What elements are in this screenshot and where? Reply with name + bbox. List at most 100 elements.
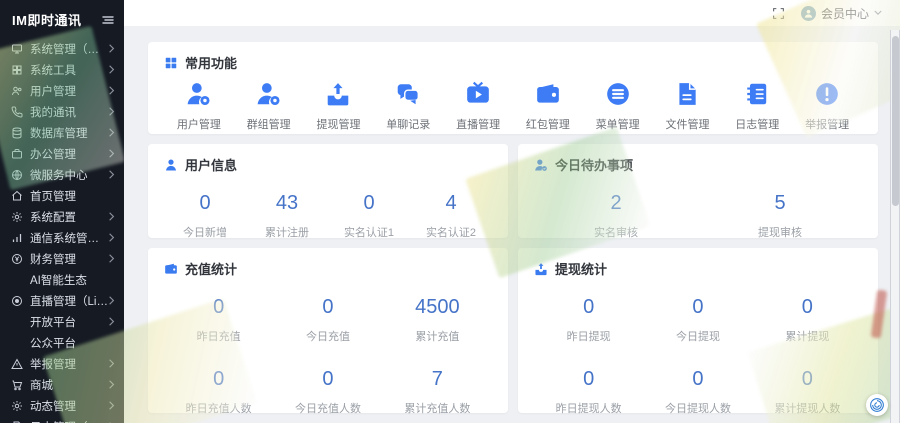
quick-item-group-admin[interactable]: 群组管理 — [234, 81, 304, 132]
quick-item-live-admin[interactable]: 直播管理 — [443, 81, 513, 132]
chat-bubbles-icon — [373, 81, 443, 109]
sidebar-item-open-platform[interactable]: 开放平台 — [0, 311, 124, 332]
quick-item-redpacket-admin[interactable]: 红包管理 — [513, 81, 583, 132]
stat-realname-review: 2 实名审核 — [534, 192, 698, 240]
scrollbar-thumb[interactable] — [892, 36, 899, 206]
sidebar-item-label: 微服务中心 — [30, 167, 108, 183]
sidebar-item-user-admin[interactable]: 用户管理 — [0, 80, 124, 101]
globe-icon — [11, 169, 23, 181]
quick-item-file-admin[interactable]: 文件管理 — [653, 81, 723, 132]
user-menu-label: 会员中心 — [821, 5, 869, 22]
stat-yesterday-recharge-users: 0 昨日充值人数 — [164, 368, 273, 416]
floating-help-button[interactable] — [866, 394, 888, 416]
stat-value: 4500 — [383, 296, 492, 319]
sidebar-collapse-button[interactable] — [102, 15, 114, 25]
stat-value: 0 — [534, 296, 643, 319]
chevron-right-icon — [108, 401, 115, 410]
quick-functions-row: 用户管理 群组管理 提现管理 单聊记录 — [164, 81, 862, 132]
quick-item-label: 提现管理 — [304, 116, 374, 132]
quick-item-chat-records[interactable]: 单聊记录 — [373, 81, 443, 132]
quick-item-label: 菜单管理 — [583, 116, 653, 132]
stat-value: 0 — [164, 296, 273, 319]
vertical-scrollbar[interactable] — [890, 30, 900, 423]
fullscreen-icon — [772, 7, 785, 20]
stat-total-recharge-users: 7 累计充值人数 — [383, 368, 492, 416]
sidebar-item-homepage-admin[interactable]: 首页管理 — [0, 185, 124, 206]
quick-item-user-admin[interactable]: 用户管理 — [164, 81, 234, 132]
sidebar-item-ai-ecosystem[interactable]: AI智能生态 — [0, 269, 124, 290]
sidebar: IM即时通讯 系统管理（主） 系统工具 用户管理 — [0, 0, 124, 423]
sidebar-item-system-tools[interactable]: 系统工具 — [0, 59, 124, 80]
stat-today-withdraw-users: 0 今日提现人数 — [643, 368, 752, 416]
chevron-down-icon — [874, 10, 882, 16]
sidebar-item-log-admin[interactable]: 日志管理（v1） — [0, 416, 124, 423]
chevron-right-icon — [108, 170, 115, 179]
quick-item-label: 红包管理 — [513, 116, 583, 132]
recharge-stats: 0 昨日充值 0 今日充值 4500 累计充值 0 — [164, 296, 492, 416]
gear-icon — [11, 400, 23, 412]
menu-circle-icon — [583, 81, 653, 109]
quick-item-log-admin[interactable]: 日志管理 — [722, 81, 792, 132]
chevron-right-icon — [108, 233, 115, 242]
card-title: 常用功能 — [185, 53, 237, 72]
stat-value: 2 — [534, 192, 698, 215]
sidebar-item-dynamic-admin[interactable]: 动态管理 — [0, 395, 124, 416]
stat-value: 43 — [246, 192, 328, 215]
user-icon — [164, 158, 178, 172]
stat-label: 今日充值 — [273, 328, 382, 344]
quick-item-label: 单聊记录 — [373, 116, 443, 132]
withdraw-icon — [534, 262, 548, 276]
sidebar-item-label: 办公管理 — [30, 146, 108, 162]
fullscreen-button[interactable] — [772, 7, 785, 20]
stat-label: 实名认证1 — [328, 224, 410, 240]
stat-value: 0 — [753, 368, 862, 391]
sidebar-item-mall[interactable]: 商城 — [0, 374, 124, 395]
sidebar-item-microservice-center[interactable]: 微服务中心 — [0, 164, 124, 185]
chevron-right-icon — [108, 107, 115, 116]
stat-total-registered: 43 累计注册 — [246, 192, 328, 240]
quick-item-withdraw-admin[interactable]: 提现管理 — [304, 81, 374, 132]
sidebar-item-my-comms[interactable]: 我的通讯 — [0, 101, 124, 122]
wallet-icon — [513, 81, 583, 109]
sidebar-item-label: 商城 — [30, 377, 108, 393]
group-badge-icon — [234, 81, 304, 109]
quick-item-menu-admin[interactable]: 菜单管理 — [583, 81, 653, 132]
sidebar-item-label: 公众平台 — [30, 335, 115, 351]
chevron-right-icon — [108, 44, 115, 53]
database-icon — [11, 127, 23, 139]
sidebar-item-finance-admin[interactable]: 财务管理 — [0, 248, 124, 269]
sidebar-item-report-admin[interactable]: 举报管理 — [0, 353, 124, 374]
sidebar-item-live-admin[interactable]: 直播管理（Live） — [0, 290, 124, 311]
stat-today-new: 0 今日新增 — [164, 192, 246, 240]
stat-value: 0 — [643, 296, 752, 319]
sidebar-item-system-config[interactable]: 系统配置 — [0, 206, 124, 227]
sidebar-item-office-admin[interactable]: 办公管理 — [0, 143, 124, 164]
record-circle-icon — [11, 295, 23, 307]
briefcase-icon — [11, 148, 23, 160]
stat-value: 0 — [164, 368, 273, 391]
home-icon — [11, 190, 23, 202]
chevron-right-icon — [108, 86, 115, 95]
avatar — [801, 6, 816, 21]
stat-label: 提现审核 — [698, 224, 862, 240]
card-title: 用户信息 — [185, 155, 237, 174]
card-header: 用户信息 — [164, 155, 492, 174]
chevron-right-icon — [108, 254, 115, 263]
logbook-icon — [722, 81, 792, 109]
signal-bars-icon — [11, 232, 23, 244]
user-menu[interactable]: 会员中心 — [801, 5, 882, 22]
sidebar-item-system-admin[interactable]: 系统管理（主） — [0, 38, 124, 59]
todo-stats: 2 实名审核 5 提现审核 — [534, 192, 862, 240]
card-header: 今日待办事项 — [534, 155, 862, 174]
hamburger-icon — [102, 15, 114, 25]
sidebar-item-label: 我的通讯 — [30, 104, 108, 120]
quick-item-report-admin[interactable]: 举报管理 — [792, 81, 862, 132]
stat-label: 今日新增 — [164, 224, 246, 240]
grid-icon — [11, 64, 23, 76]
sidebar-item-public-platform[interactable]: 公众平台 — [0, 332, 124, 353]
todo-card: 今日待办事项 2 实名审核 5 提现审核 — [518, 144, 878, 238]
stat-yesterday-withdraw-users: 0 昨日提现人数 — [534, 368, 643, 416]
sidebar-item-database-admin[interactable]: 数据库管理 — [0, 122, 124, 143]
sidebar-item-comm-system-app[interactable]: 通信系统管理（App） — [0, 227, 124, 248]
withdraw-icon — [304, 81, 374, 109]
